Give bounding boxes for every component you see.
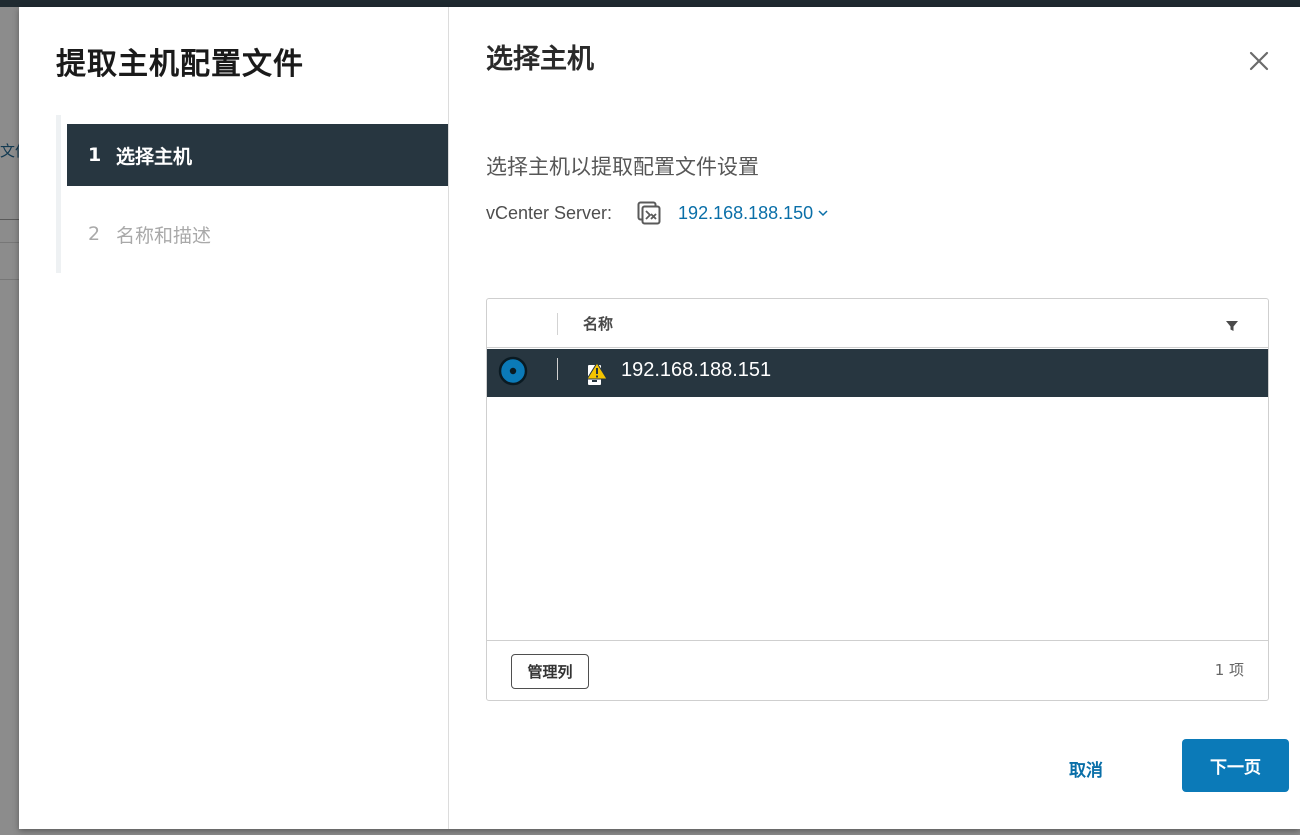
step-label: 选择主机 <box>116 145 193 168</box>
step-number: 1 <box>88 144 102 166</box>
host-name: 192.168.188.151 <box>621 359 772 381</box>
wizard-title: 提取主机配置文件 <box>56 47 304 82</box>
filter-icon[interactable] <box>1225 319 1239 333</box>
item-count: 1 项 <box>1214 661 1244 679</box>
vcenter-row: vCenter Server: 192.168.188.150 <box>486 199 828 227</box>
vcenter-label: vCenter Server: <box>486 202 613 223</box>
background-divider <box>0 279 19 280</box>
next-button[interactable]: 下一页 <box>1182 739 1289 792</box>
wizard-step-name-description[interactable]: 2 名称和描述 <box>67 203 448 265</box>
wizard-content: 选择主机 选择主机以提取配置文件设置 vCenter Server: 192.1… <box>449 7 1300 829</box>
host-datagrid: 名称 192.168.188.151 管理列 1 项 <box>486 298 1269 701</box>
column-separator <box>557 313 558 335</box>
cancel-button[interactable]: 取消 <box>1069 756 1103 781</box>
steps-rail <box>56 115 61 273</box>
extract-profile-wizard-modal: 提取主机配置文件 1 选择主机 2 名称和描述 选择主机 选择主机以提取配置文件… <box>19 7 1300 829</box>
page-title: 选择主机 <box>486 44 594 75</box>
vcenter-server-icon <box>637 201 661 225</box>
host-warning-icon <box>586 362 608 385</box>
datagrid-footer: 管理列 1 项 <box>487 640 1268 700</box>
step-label: 名称和描述 <box>116 224 212 247</box>
vcenter-value: 192.168.188.150 <box>678 202 814 223</box>
background-divider <box>0 242 19 243</box>
step-number: 2 <box>88 223 101 245</box>
vcenter-dropdown[interactable]: 192.168.188.150 <box>678 203 828 224</box>
column-separator <box>557 358 558 380</box>
column-header-name[interactable]: 名称 <box>583 313 613 334</box>
background-top-bar <box>0 0 1300 7</box>
wizard-step-select-host[interactable]: 1 选择主机 <box>67 124 448 186</box>
background-divider <box>0 219 19 220</box>
radio-selected-icon[interactable] <box>498 356 528 386</box>
datagrid-header: 名称 <box>487 299 1268 348</box>
close-icon[interactable] <box>1247 49 1271 73</box>
instruction-text: 选择主机以提取配置文件设置 <box>486 155 759 179</box>
wizard-step-nav: 提取主机配置文件 1 选择主机 2 名称和描述 <box>19 7 449 829</box>
chevron-down-icon <box>818 210 828 217</box>
manage-columns-button[interactable]: 管理列 <box>511 654 589 689</box>
table-row[interactable]: 192.168.188.151 <box>487 349 1268 397</box>
